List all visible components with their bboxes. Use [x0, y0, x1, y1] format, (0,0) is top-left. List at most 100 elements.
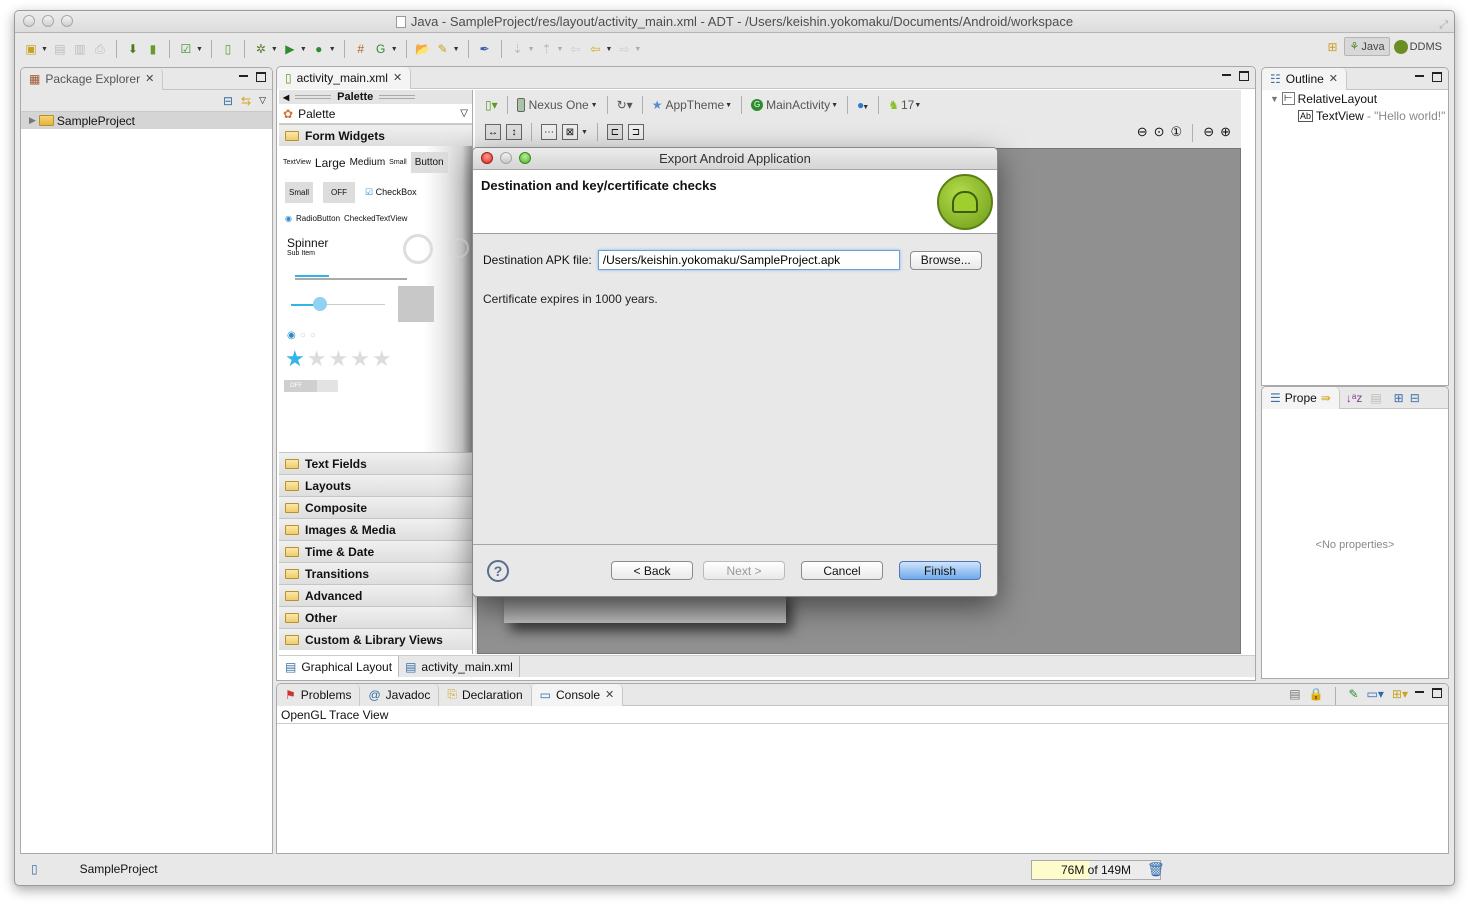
widget-spinner[interactable]: Spinner Sub Item [287, 236, 328, 257]
widget-progress-horizontal[interactable] [295, 275, 407, 280]
widget-progress-large[interactable] [403, 234, 433, 264]
widget-radiobutton[interactable]: RadioButton [296, 214, 340, 223]
palette-header[interactable]: ◀ Palette [279, 90, 472, 104]
collapse-arrow-icon[interactable]: ▼ [1270, 94, 1279, 104]
widget-toggle-button[interactable]: OFF [323, 182, 356, 203]
collapse-all-icon[interactable]: ⊟ [223, 94, 233, 108]
minimize-icon[interactable] [1415, 691, 1424, 693]
next-annotation-dropdown-icon[interactable]: ▼ [528, 46, 535, 53]
tab-activity-main-xml[interactable]: ▯ activity_main.xml ✕ [277, 67, 412, 89]
palette-category-text-fields[interactable]: Text Fields [279, 452, 472, 474]
widget-large-text[interactable]: Large [315, 156, 346, 170]
fullscreen-icon[interactable]: ⤢ [1439, 14, 1448, 36]
tree-item-sampleproject[interactable]: ▶ SampleProject [21, 112, 272, 129]
new-class-dropdown-icon[interactable]: ▼ [391, 46, 398, 53]
finish-button[interactable]: Finish [899, 561, 981, 580]
tab-problems[interactable]: ⚑ Problems [277, 684, 361, 706]
tab-xml-source[interactable]: ▤ activity_main.xml [399, 656, 520, 677]
widget-button[interactable]: Button [410, 152, 448, 173]
print-icon[interactable]: ⎙ [92, 41, 108, 57]
device-dropdown[interactable]: Nexus One ▼ [516, 98, 598, 112]
locale-dropdown[interactable]: ●▼ [857, 98, 869, 112]
outline-item-textview[interactable]: Ab TextView - "Hello world!" [1262, 107, 1448, 124]
palette-category-other[interactable]: Other [279, 606, 472, 628]
toggle-fill-height-icon[interactable]: ↕ [506, 124, 522, 140]
minimize-icon[interactable] [1222, 74, 1231, 76]
help-icon[interactable]: ? [487, 559, 509, 582]
last-edit-icon[interactable]: ⇦ [567, 41, 583, 57]
align-baseline-icon[interactable]: ⊐ [627, 124, 644, 140]
garbage-collect-icon[interactable]: 🗑 [1147, 861, 1165, 878]
config-icon[interactable]: ▯▾ [485, 98, 498, 112]
back-button[interactable]: < Back [611, 561, 693, 580]
widget-radiogroup[interactable]: ◉○○ [287, 330, 320, 341]
open-type-icon[interactable]: 📂 [415, 41, 431, 57]
tab-graphical-layout[interactable]: ▤ Graphical Layout [279, 656, 400, 677]
open-console-icon[interactable]: ⊞▾ [1392, 687, 1408, 705]
tab-declaration[interactable]: ⎘ Declaration [439, 684, 532, 706]
save-all-icon[interactable]: ▥ [72, 41, 88, 57]
maximize-icon[interactable] [256, 72, 266, 82]
zoom-fit-icon[interactable]: ⊙ [1154, 124, 1165, 142]
close-icon[interactable]: ✕ [393, 71, 402, 84]
palette-dropdown[interactable]: ✿ Palette ▽ [279, 104, 472, 124]
palette-category-layouts[interactable]: Layouts [279, 474, 472, 496]
debug-icon[interactable]: ✲ [253, 41, 269, 57]
margins-icon[interactable]: ⋯ [541, 124, 557, 140]
maximize-icon[interactable] [1239, 71, 1249, 81]
collapse-all-icon[interactable]: ⊟ [1410, 391, 1420, 405]
tab-outline[interactable]: ☷ Outline ✕ [1262, 68, 1348, 90]
new-java-class-icon[interactable]: G [373, 41, 389, 57]
align-left-icon[interactable]: ⊏ [606, 124, 623, 140]
widget-small-text[interactable]: Small [389, 159, 407, 166]
widget-quickcontactbadge[interactable] [398, 286, 434, 322]
restore-default-icon[interactable]: ▤ [1370, 391, 1381, 405]
collapse-palette-icon[interactable]: ◀ [283, 93, 289, 102]
theme-dropdown[interactable]: ★ AppTheme ▼ [652, 98, 732, 112]
dialog-zoom-button[interactable] [519, 152, 531, 164]
widget-checkedtextview[interactable]: CheckedTextView [344, 214, 407, 223]
display-console-icon[interactable]: ▭▾ [1367, 687, 1384, 705]
tab-javadoc[interactable]: @ Javadoc [360, 684, 440, 706]
pin-console-icon[interactable]: ✎ [1348, 687, 1358, 705]
new-dropdown-icon[interactable]: ▼ [41, 46, 48, 53]
new-java-package-icon[interactable]: # [353, 41, 369, 57]
clear-console-icon[interactable]: ▤ [1289, 687, 1300, 705]
perspective-java[interactable]: ⚘ Java [1344, 37, 1390, 56]
maximize-icon[interactable] [1432, 72, 1442, 82]
palette-category-transitions[interactable]: Transitions [279, 562, 472, 584]
destination-apk-input[interactable] [597, 250, 900, 270]
maximize-icon[interactable] [1432, 688, 1442, 698]
palette-category-custom-library-views[interactable]: Custom & Library Views [279, 628, 472, 650]
link-with-editor-icon[interactable]: ⇆ [241, 94, 251, 108]
browse-button[interactable]: Browse... [909, 250, 982, 270]
open-perspective-icon[interactable]: ⊞ [1324, 39, 1340, 55]
tab-properties[interactable]: ☰ Prope ⇛ [1262, 387, 1340, 409]
zoom-in-icon[interactable]: ⊕ [1220, 124, 1231, 142]
fast-view-icon[interactable]: ▯ [31, 862, 38, 876]
tab-console[interactable]: ▭ Console ✕ [531, 684, 624, 706]
activity-dropdown[interactable]: G MainActivity ▼ [751, 98, 838, 112]
save-icon[interactable]: ▤ [52, 41, 68, 57]
lint-check-icon[interactable]: ☑ [178, 41, 194, 57]
close-icon[interactable]: ✕ [605, 688, 614, 701]
run-dropdown-icon[interactable]: ▼ [300, 46, 307, 53]
palette-category-advanced[interactable]: Advanced [279, 584, 472, 606]
close-window-button[interactable] [23, 15, 35, 27]
orientation-dropdown[interactable]: ↻▾ [617, 98, 633, 112]
palette-category-form-widgets[interactable]: Form Widgets [279, 124, 472, 146]
search-dropdown-icon[interactable]: ▼ [453, 46, 460, 53]
zoom-reset-icon[interactable]: ⊖ [1137, 124, 1148, 142]
minimize-icon[interactable] [239, 75, 248, 77]
tab-package-explorer[interactable]: ▦ Package Explorer ✕ [21, 68, 164, 90]
widget-seekbar[interactable] [291, 297, 385, 311]
widget-switch[interactable]: OFF [284, 380, 338, 392]
expand-arrow-icon[interactable]: ▶ [29, 115, 36, 126]
sort-alphabetically-icon[interactable]: ↓ᵃz [1346, 391, 1362, 405]
avd-manager-icon[interactable]: ▮ [145, 41, 161, 57]
view-menu-icon[interactable]: ▽ [259, 95, 266, 106]
expand-all-icon[interactable]: ⊞ [1394, 391, 1404, 405]
new-android-xml-icon[interactable]: ▯ [220, 41, 236, 57]
search-icon[interactable]: ✎ [435, 41, 451, 57]
scroll-lock-icon[interactable]: 🔒 [1309, 687, 1324, 705]
